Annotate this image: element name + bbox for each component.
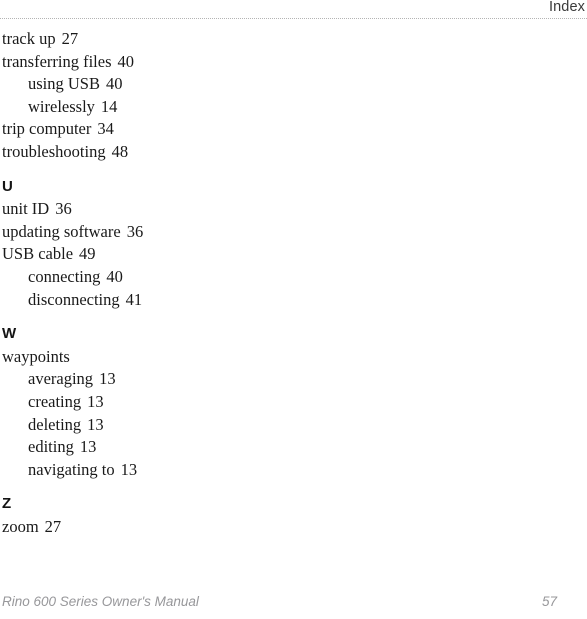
index-entry: USB cable 49 [2, 243, 562, 266]
index-entry-term: averaging [28, 369, 94, 389]
index-section-letter: U [2, 177, 14, 195]
index-entry: zoom 27 [2, 516, 562, 539]
index-section-letter: W [2, 325, 17, 343]
index-entry-page-number: 48 [111, 141, 129, 161]
header-divider-rule [0, 18, 587, 19]
index-entry-term: disconnecting [28, 289, 120, 309]
index-entry-page-number: 36 [55, 199, 72, 219]
index-entry-page-number: 13 [99, 369, 116, 389]
index-entry-term: editing [28, 437, 74, 457]
index-entry-page-number: 27 [44, 516, 62, 536]
index-entry-term: creating [28, 391, 82, 411]
index-entry-term: trip computer [2, 119, 92, 139]
index-entry-term: waypoints [2, 346, 70, 366]
index-entry-page-number: 13 [120, 459, 138, 479]
index-entry-page-number: 13 [79, 437, 97, 457]
index-entry-term: transferring files [2, 51, 112, 71]
running-head-title: Index [549, 0, 585, 15]
index-entry: waypoints [2, 346, 562, 369]
page-footer: Rino 600 Series Owner's Manual 57 [0, 593, 587, 611]
index-entry-page-number: 13 [87, 391, 104, 411]
index-entry-page-number: 36 [126, 221, 144, 241]
index-entry: disconnecting 41 [2, 289, 562, 312]
index-entry-term: wirelessly [28, 96, 95, 116]
index-entry: averaging 13 [2, 368, 562, 391]
index-entry-page-number: 49 [79, 244, 96, 264]
index-entry-page-number: 41 [125, 289, 143, 309]
index-entry: navigating to 13 [2, 459, 562, 482]
index-entry: creating 13 [2, 391, 562, 414]
index-entry-term: updating software [2, 221, 121, 241]
footer-book-title: Rino 600 Series Owner's Manual [2, 594, 199, 609]
index-entry-page-number: 34 [97, 119, 114, 139]
index-entry-term: USB cable [2, 244, 74, 264]
index-entry: deleting 13 [2, 414, 562, 437]
index-entry-page-number: 40 [117, 51, 135, 71]
index-entry-term: connecting [28, 266, 101, 286]
page-header: Index [0, 0, 587, 19]
index-entry-page-number: 13 [87, 414, 104, 434]
index-entry-term: using USB [28, 74, 100, 94]
index-entry: troubleshooting 48 [2, 141, 562, 164]
footer-page-number: 57 [541, 594, 557, 609]
index-entry-term: zoom [2, 516, 39, 536]
index-entry-page-number: 27 [61, 29, 79, 48]
index-entry: using USB 40 [2, 73, 562, 96]
index-entry: editing 13 [2, 436, 562, 459]
index-entry: updating software 36 [2, 221, 562, 244]
index-entry-page-number: 14 [100, 96, 118, 116]
index-content: track up 27 transferring files 40 using USB 4… [2, 28, 562, 538]
index-entry: unit ID 36 [2, 198, 562, 221]
index-entry: wirelessly 14 [2, 96, 562, 119]
index-entry-page-number: 40 [106, 266, 123, 286]
index-section-letter: Z [2, 495, 12, 513]
index-entry: trip computer 34 [2, 118, 562, 141]
index-entry: track up 27 [2, 28, 562, 51]
index-entry-term: track up [2, 29, 56, 48]
index-entry-page-number: 40 [105, 74, 123, 94]
index-entry-term: troubleshooting [2, 141, 106, 161]
index-entry-term: deleting [28, 414, 82, 434]
index-entry: connecting 40 [2, 266, 562, 289]
index-entry-term: navigating to [28, 459, 115, 479]
index-entry-term: unit ID [2, 199, 50, 219]
index-entry: transferring files 40 [2, 51, 562, 74]
